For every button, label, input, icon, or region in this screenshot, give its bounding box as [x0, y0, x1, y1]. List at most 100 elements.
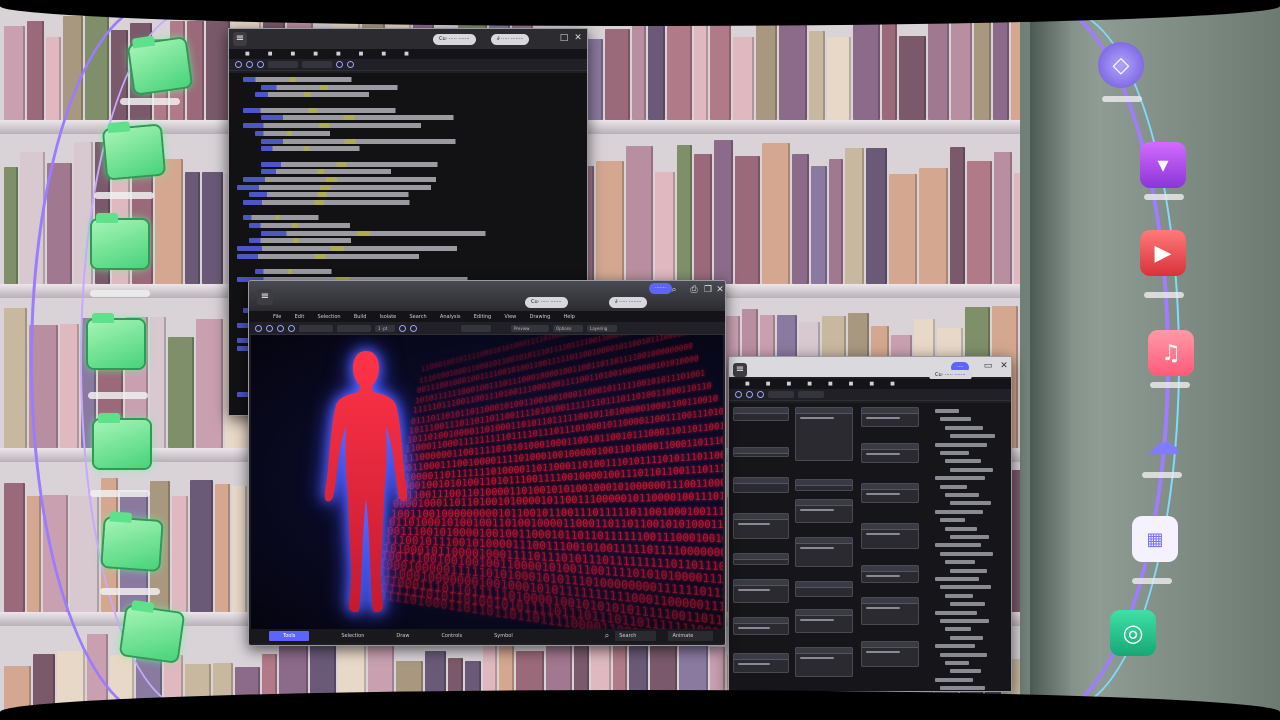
- folder-icon[interactable]: [92, 213, 148, 268]
- close-icon[interactable]: ✕: [999, 361, 1009, 371]
- graph-node[interactable]: [861, 407, 919, 427]
- shopping-bag-icon[interactable]: ▾: [1140, 142, 1186, 188]
- tree-row[interactable]: [935, 442, 987, 447]
- node-editor-window[interactable]: ≡ ···· ▭ ✕ Cu· ····· ······· ■ ■ ■ ■ ■ ■ ■ ■: [728, 356, 1012, 692]
- options-button[interactable]: Options: [553, 324, 583, 332]
- graph-node[interactable]: [795, 479, 853, 491]
- menu-item-analysis[interactable]: Analysis: [440, 314, 461, 320]
- menu-item[interactable]: ■: [807, 381, 812, 387]
- folder-icon[interactable]: [104, 125, 164, 179]
- toolbar-icon[interactable]: [266, 324, 273, 332]
- tab-tools[interactable]: Tools: [269, 631, 310, 641]
- menu-item[interactable]: ■: [359, 51, 364, 57]
- tree-row[interactable]: [935, 476, 985, 481]
- tree-row[interactable]: [950, 501, 991, 506]
- tree-row[interactable]: [950, 669, 981, 674]
- graph-node[interactable]: [861, 443, 919, 463]
- menu-item[interactable]: ■: [245, 51, 250, 57]
- graph-node[interactable]: [795, 609, 853, 633]
- print-icon[interactable]: ⎙: [689, 285, 699, 295]
- menu-item-view[interactable]: View: [504, 314, 516, 320]
- tree-row[interactable]: [950, 535, 989, 539]
- graph-node[interactable]: [733, 617, 789, 635]
- folder-icon[interactable]: [88, 313, 144, 368]
- menu-item[interactable]: ■: [890, 381, 895, 387]
- search-icon[interactable]: ⌕: [669, 285, 679, 295]
- tree-row[interactable]: [950, 635, 983, 640]
- tree-row[interactable]: [945, 627, 971, 632]
- tree-row[interactable]: [935, 409, 959, 413]
- viewer-canvas[interactable]: 0011101000110110110110111100001100111111…: [251, 335, 723, 629]
- graph-node[interactable]: [733, 553, 789, 565]
- toolbar-dropdown[interactable]: [798, 391, 824, 398]
- menu-item[interactable]: ■: [336, 51, 341, 57]
- toolbar-dropdown[interactable]: [302, 61, 332, 68]
- bottom-select[interactable]: Animate: [668, 631, 714, 641]
- toolbar-icon[interactable]: [246, 61, 253, 68]
- graph-node[interactable]: [733, 653, 789, 673]
- toolbar-icon[interactable]: [735, 391, 742, 398]
- toolbar-dropdown[interactable]: [299, 324, 333, 332]
- tab-selection[interactable]: Selection: [341, 633, 364, 639]
- video-player-icon[interactable]: ▶: [1140, 230, 1186, 276]
- graph-node[interactable]: [861, 597, 919, 625]
- toolbar-icon[interactable]: [746, 391, 753, 398]
- graph-node[interactable]: [733, 447, 789, 457]
- toolbar-icon[interactable]: [336, 61, 343, 68]
- tree-row[interactable]: [940, 518, 965, 523]
- folder-icon[interactable]: [102, 518, 162, 570]
- viewer-window[interactable]: ≡ ······· ⌕ ⎙ ❐ ✕ Cu· ····· ······· ∂ ··…: [248, 280, 726, 646]
- hamburger-menu-icon[interactable]: ≡: [233, 32, 247, 46]
- circle-app-icon[interactable]: ◎: [1110, 610, 1156, 656]
- tree-row[interactable]: [940, 652, 987, 657]
- tab-draw[interactable]: Draw: [396, 633, 409, 639]
- hamburger-menu-icon[interactable]: ≡: [733, 363, 747, 377]
- tree-row[interactable]: [935, 610, 977, 615]
- tab-symbol[interactable]: Symbol: [494, 633, 513, 639]
- toolbar-icon[interactable]: [347, 61, 354, 68]
- menu-item-drawing[interactable]: Drawing: [530, 314, 551, 320]
- tree-row[interactable]: [945, 526, 977, 531]
- tree-row[interactable]: [945, 425, 983, 430]
- toolbar-icon[interactable]: [255, 324, 262, 332]
- toolbar-dropdown[interactable]: [268, 61, 298, 68]
- menu-item[interactable]: ■: [290, 51, 295, 57]
- tree-row[interactable]: [935, 644, 975, 649]
- tree-row[interactable]: [945, 593, 973, 598]
- music-icon[interactable]: ♫: [1148, 330, 1194, 376]
- bottom-search-input[interactable]: Search: [615, 631, 657, 641]
- node-graph-area[interactable]: [729, 403, 1011, 691]
- graph-node[interactable]: [861, 565, 919, 583]
- search-icon[interactable]: ⌕: [605, 631, 609, 641]
- toolbar-icon[interactable]: [257, 61, 264, 68]
- tree-row[interactable]: [940, 551, 993, 556]
- tree-row[interactable]: [945, 459, 981, 464]
- toolbar-dropdown[interactable]: [461, 324, 491, 332]
- preview-button[interactable]: Preview: [511, 324, 549, 332]
- tree-row[interactable]: [950, 568, 987, 573]
- menu-item[interactable]: ■: [766, 381, 771, 387]
- code-window-tab-1[interactable]: Cu· ····· ·······: [433, 34, 476, 45]
- graph-node[interactable]: [795, 647, 853, 677]
- menu-item[interactable]: ■: [268, 51, 273, 57]
- toolbar-icon[interactable]: [757, 391, 764, 398]
- menu-item-help[interactable]: Help: [564, 314, 575, 320]
- tree-row[interactable]: [940, 585, 991, 590]
- zoom-field[interactable]: 1 ·pt: [375, 324, 395, 332]
- viewer-window-tab-2[interactable]: ∂ ····· ········: [609, 297, 648, 308]
- menu-item[interactable]: ■: [786, 381, 791, 387]
- tree-row[interactable]: [940, 619, 989, 623]
- graph-node[interactable]: [795, 499, 853, 523]
- graph-node[interactable]: [861, 641, 919, 667]
- close-icon[interactable]: ✕: [573, 33, 583, 43]
- tree-row[interactable]: [935, 543, 981, 548]
- tree-row[interactable]: [940, 451, 969, 455]
- menu-item-search[interactable]: Search: [409, 314, 426, 320]
- calendar-icon[interactable]: ▦: [1132, 516, 1178, 562]
- toolbar-dropdown[interactable]: [337, 324, 371, 332]
- toolbar-icon[interactable]: [399, 324, 406, 332]
- viewer-window-tab-1[interactable]: Cu· ····· ·······: [525, 297, 568, 308]
- viewer-window-titlebar[interactable]: ≡ ······· ⌕ ⎙ ❐ ✕ Cu· ····· ······· ∂ ··…: [249, 281, 725, 311]
- menu-item-isolate[interactable]: Isolate: [380, 314, 397, 320]
- toolbar-dropdown[interactable]: [768, 391, 794, 398]
